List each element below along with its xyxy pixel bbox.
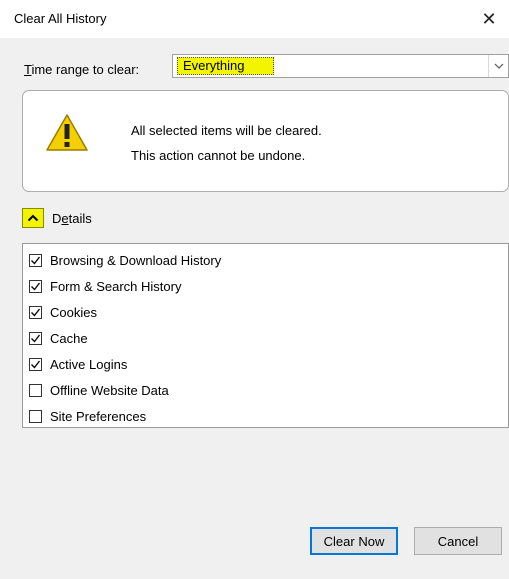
- checkbox[interactable]: [29, 253, 42, 267]
- list-item-label: Site Preferences: [50, 408, 147, 424]
- list-item-label: Offline Website Data: [50, 382, 169, 398]
- time-range-selected-value: Everything: [177, 57, 274, 75]
- details-label-rest: tails: [68, 210, 92, 226]
- details-label[interactable]: Details: [52, 211, 92, 226]
- details-toggle-button[interactable]: [22, 208, 44, 228]
- warning-text-line2: This action cannot be undone.: [131, 148, 306, 163]
- checkbox[interactable]: [29, 357, 42, 371]
- warning-triangle-icon: [45, 113, 89, 153]
- warning-box: All selected items will be cleared. This…: [22, 90, 509, 192]
- title-bar: Clear All History ✕: [0, 0, 509, 38]
- time-range-select[interactable]: Everything: [172, 54, 509, 78]
- checkbox[interactable]: [29, 279, 42, 293]
- details-toggle-row[interactable]: Details: [22, 208, 92, 228]
- list-item-cookies[interactable]: Cookies: [29, 303, 97, 321]
- warning-text-line1: All selected items will be cleared.: [131, 123, 322, 138]
- list-item-offline-website-data[interactable]: Offline Website Data: [29, 381, 169, 399]
- list-item-cache[interactable]: Cache: [29, 329, 88, 347]
- list-item-label: Cookies: [50, 304, 97, 320]
- chevron-up-icon: [27, 214, 39, 222]
- dialog-title: Clear All History: [14, 11, 107, 26]
- list-item-form-search-history[interactable]: Form & Search History: [29, 277, 181, 295]
- time-range-row: Time range to clear:: [24, 58, 147, 80]
- close-icon[interactable]: ✕: [477, 7, 501, 31]
- clear-now-button[interactable]: Clear Now: [310, 527, 398, 555]
- list-item-site-preferences[interactable]: Site Preferences: [29, 407, 146, 425]
- list-item-label: Cache: [50, 330, 88, 346]
- list-item-label: Browsing & Download History: [50, 252, 222, 268]
- list-item-label: Form & Search History: [50, 278, 182, 294]
- time-range-label: Time range to clear:: [24, 62, 139, 77]
- history-items-list: Browsing & Download History Form & Searc…: [22, 243, 509, 428]
- dialog-body: Time range to clear: Everything All sele…: [0, 38, 509, 579]
- checkbox[interactable]: [29, 383, 42, 397]
- checkbox[interactable]: [29, 331, 42, 345]
- list-item-label: Active Logins: [50, 356, 128, 372]
- time-range-label-rest: ime range to clear:: [31, 61, 140, 77]
- list-item-browsing-download-history[interactable]: Browsing & Download History: [29, 251, 221, 269]
- cancel-button[interactable]: Cancel: [414, 527, 502, 555]
- list-item-active-logins[interactable]: Active Logins: [29, 355, 127, 373]
- chevron-down-icon[interactable]: [488, 55, 508, 77]
- details-label-accel: e: [61, 210, 69, 226]
- checkbox[interactable]: [29, 409, 42, 423]
- checkbox[interactable]: [29, 305, 42, 319]
- details-label-first: D: [52, 210, 62, 226]
